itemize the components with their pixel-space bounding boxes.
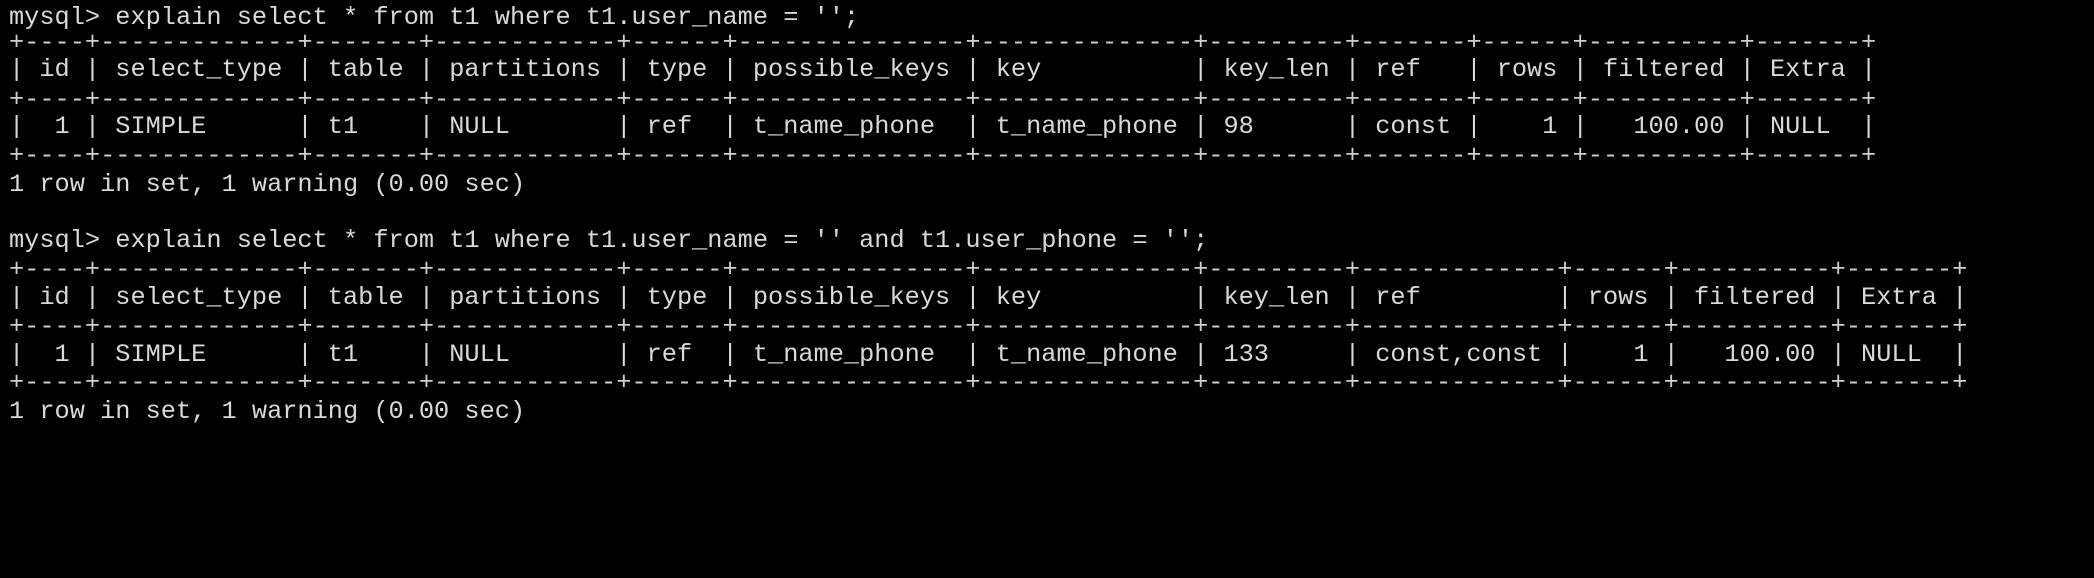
result-summary-1: 1 row in set, 1 warning (0.00 sec) (9, 170, 526, 199)
terminal-window[interactable]: mysql> explain select * from t1 where t1… (0, 0, 2094, 578)
result-summary-2: 1 row in set, 1 warning (0.00 sec) (9, 397, 526, 426)
